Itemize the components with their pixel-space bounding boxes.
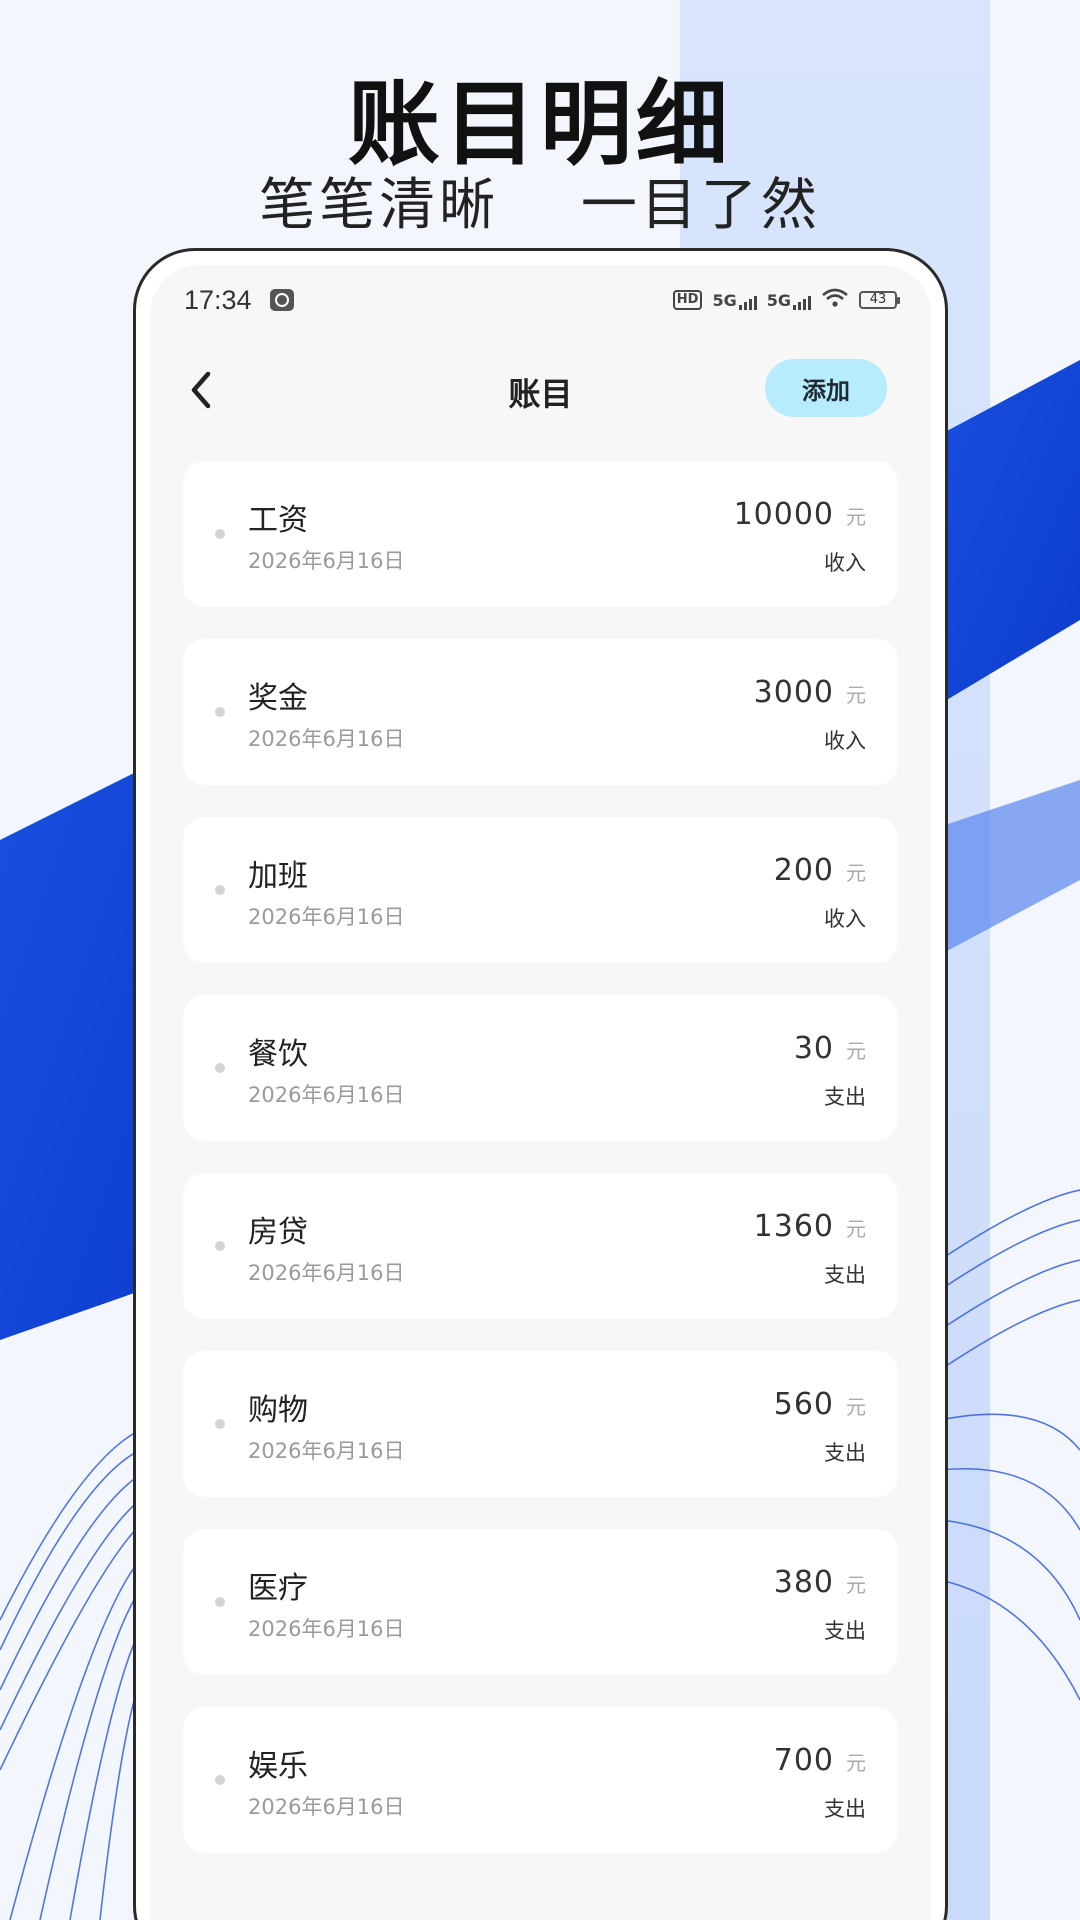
entry-amount: 560 <box>773 1387 834 1422</box>
entry-title: 奖金 <box>248 681 308 716</box>
promo-sub-left: 笔笔清晰 <box>259 173 500 238</box>
entry-date: 2026年6月16日 <box>248 1617 405 1641</box>
status-bar: 17:34 HD 5G 5G 43 <box>150 265 931 335</box>
nav-bar: 账目 添加 <box>150 345 931 435</box>
entry-title: 娱乐 <box>248 1749 308 1784</box>
entry-title: 加班 <box>248 859 308 894</box>
entry-amount: 380 <box>773 1565 834 1600</box>
entry-title: 购物 <box>248 1393 308 1428</box>
entry-card[interactable]: 娱乐 2026年6月16日 700 元 支出 <box>183 1707 898 1853</box>
add-button[interactable]: 添加 <box>765 359 887 417</box>
entry-currency-unit: 元 <box>846 1217 866 1241</box>
entry-dot <box>215 529 225 539</box>
entry-currency-unit: 元 <box>846 505 866 529</box>
entry-amount: 200 <box>773 853 834 888</box>
entry-date: 2026年6月16日 <box>248 905 405 929</box>
entry-date: 2026年6月16日 <box>248 1083 405 1107</box>
entry-dot <box>215 707 225 717</box>
entry-card[interactable]: 房贷 2026年6月16日 1360 元 支出 <box>183 1173 898 1319</box>
phone-screen: 17:34 HD 5G 5G 43 账目 添加 工资 2026年6月16日 10… <box>150 265 931 1920</box>
entry-date: 2026年6月16日 <box>248 549 405 573</box>
entry-title: 医疗 <box>248 1571 308 1606</box>
hd-call-icon: HD <box>672 290 703 310</box>
entry-currency-unit: 元 <box>846 1573 866 1597</box>
entry-dot <box>215 1775 225 1785</box>
entry-type: 支出 <box>824 1797 866 1821</box>
entry-list: 工资 2026年6月16日 10000 元 收入 奖金 2026年6月16日 3… <box>183 461 898 1885</box>
promo-subline: 笔笔清晰 一目了然 <box>0 160 1080 241</box>
entry-title: 餐饮 <box>248 1037 308 1072</box>
entry-type: 收入 <box>824 907 866 931</box>
entry-title: 房贷 <box>248 1215 308 1250</box>
entry-date: 2026年6月16日 <box>248 1795 405 1819</box>
notification-app-icon <box>269 289 294 311</box>
entry-dot <box>215 1419 225 1429</box>
entry-type: 支出 <box>824 1085 866 1109</box>
entry-type: 支出 <box>824 1441 866 1465</box>
entry-date: 2026年6月16日 <box>248 1439 405 1463</box>
entry-title: 工资 <box>248 503 308 538</box>
entry-type: 支出 <box>824 1263 866 1287</box>
entry-card[interactable]: 加班 2026年6月16日 200 元 收入 <box>183 817 898 963</box>
phone-frame: 17:34 HD 5G 5G 43 账目 添加 工资 2026年6月16日 10… <box>133 248 948 1920</box>
entry-dot <box>215 1063 225 1073</box>
entry-currency-unit: 元 <box>846 1039 866 1063</box>
entry-card[interactable]: 餐饮 2026年6月16日 30 元 支出 <box>183 995 898 1141</box>
entry-dot <box>215 1597 225 1607</box>
entry-currency-unit: 元 <box>846 683 866 707</box>
wifi-icon <box>821 285 849 315</box>
entry-dot <box>215 885 225 895</box>
entry-card[interactable]: 奖金 2026年6月16日 3000 元 收入 <box>183 639 898 785</box>
entry-type: 支出 <box>824 1619 866 1643</box>
signal-5g-icon: 5G <box>712 291 757 310</box>
entry-amount: 30 <box>793 1031 834 1066</box>
entry-type: 收入 <box>824 729 866 753</box>
entry-amount: 1360 <box>753 1209 834 1244</box>
entry-card[interactable]: 工资 2026年6月16日 10000 元 收入 <box>183 461 898 607</box>
signal-5g-icon-2: 5G <box>767 291 811 310</box>
status-time: 17:34 <box>184 284 252 315</box>
battery-icon: 43 <box>859 291 900 309</box>
entry-card[interactable]: 购物 2026年6月16日 560 元 支出 <box>183 1351 898 1497</box>
entry-date: 2026年6月16日 <box>248 1261 405 1285</box>
entry-date: 2026年6月16日 <box>248 727 405 751</box>
entry-amount: 700 <box>773 1743 834 1778</box>
entry-amount: 10000 <box>733 497 834 532</box>
entry-card[interactable]: 医疗 2026年6月16日 380 元 支出 <box>183 1529 898 1675</box>
entry-currency-unit: 元 <box>846 1395 866 1419</box>
entry-currency-unit: 元 <box>846 1751 866 1775</box>
entry-currency-unit: 元 <box>846 861 866 885</box>
entry-dot <box>215 1241 225 1251</box>
entry-type: 收入 <box>824 551 866 575</box>
promo-sub-right: 一目了然 <box>580 173 821 238</box>
entry-amount: 3000 <box>753 675 834 710</box>
